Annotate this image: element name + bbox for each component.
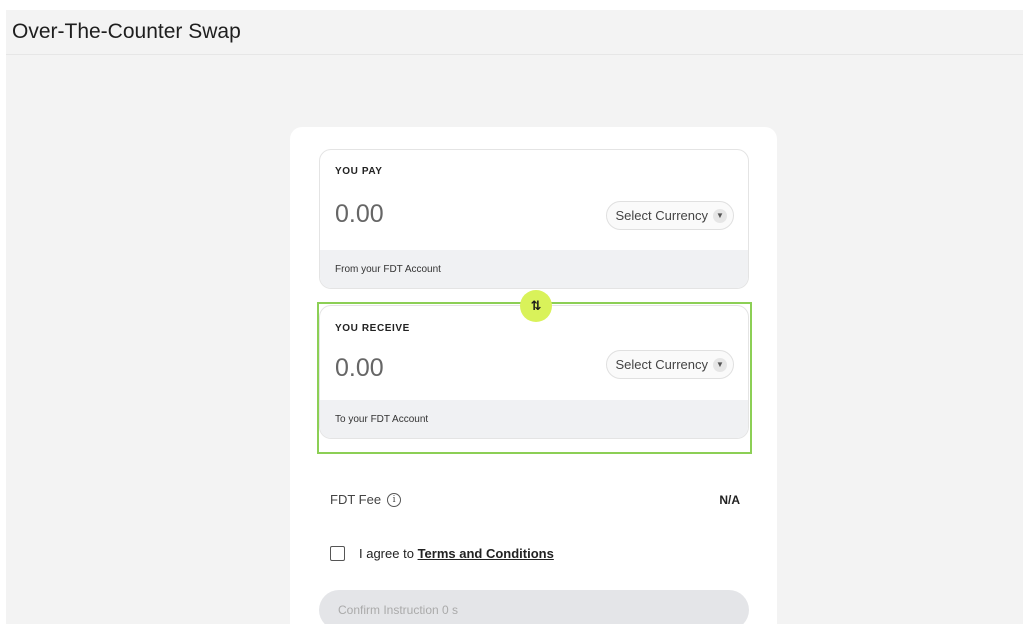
swap-vertical-icon: ⇅ [530,298,542,313]
terms-prefix: I agree to [359,546,414,561]
receive-currency-select[interactable]: Select Currency ▼ [605,350,734,379]
confirm-label: Confirm Instruction [338,603,439,617]
fee-label: FDT Fee [330,492,382,507]
pay-footer: From your FDT Account [320,250,748,288]
app-window: Over-The-Counter Swap YOU PAY 0.00 Selec… [6,10,1023,624]
info-icon[interactable]: i [387,492,402,507]
swap-card: YOU PAY 0.00 Select Currency ▼ From your… [290,127,777,624]
chevron-down-icon: ▼ [713,357,727,372]
receive-currency-label: Select Currency [615,357,708,372]
chevron-down-icon: ▼ [713,208,727,223]
pay-label: YOU PAY [335,166,383,177]
fee-value: N/A [719,492,740,507]
pay-footer-text: From your FDT Account [335,263,441,275]
receive-amount-input[interactable]: 0.00 [335,354,384,383]
receive-footer-text: To your FDT Account [335,413,429,425]
pay-currency-label: Select Currency [615,208,708,223]
fee-row: FDT Fee i N/A [330,492,740,507]
pay-panel: YOU PAY 0.00 Select Currency ▼ From your… [319,149,749,289]
terms-checkbox[interactable] [330,546,345,561]
terms-agreement: I agree to Terms and Conditions [330,546,554,561]
page-header: Over-The-Counter Swap [6,10,1023,55]
terms-link[interactable]: Terms and Conditions [418,546,554,561]
pay-currency-select[interactable]: Select Currency ▼ [605,201,734,230]
receive-label: YOU RECEIVE [335,323,410,334]
pay-amount-input[interactable]: 0.00 [335,200,384,229]
receive-footer: To your FDT Account [320,400,748,438]
confirm-countdown: 0 s [442,603,459,617]
swap-direction-button[interactable]: ⇅ [520,290,552,322]
page-title: Over-The-Counter Swap [12,20,241,43]
confirm-instruction-button[interactable]: Confirm Instruction 0 s [319,590,749,624]
fee-label-group: FDT Fee i [330,492,402,507]
receive-panel: YOU RECEIVE 0.00 Select Currency ▼ To yo… [319,305,749,439]
terms-text: I agree to Terms and Conditions [359,546,554,561]
